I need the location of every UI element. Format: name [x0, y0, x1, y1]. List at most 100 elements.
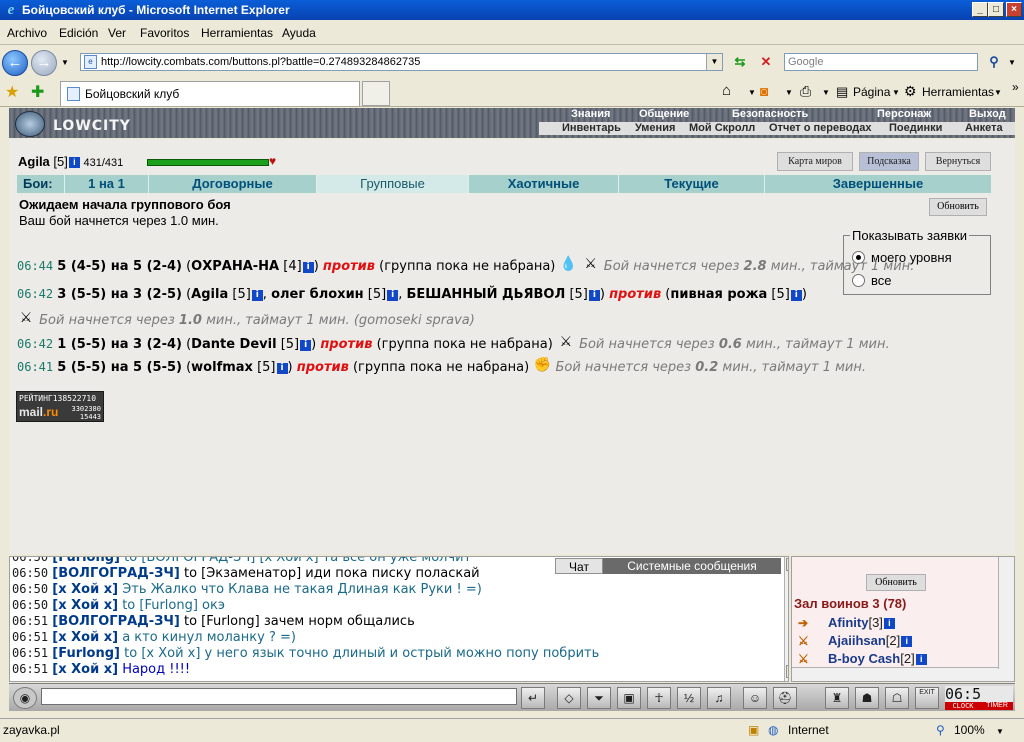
refresh-button[interactable]: Обновить: [929, 198, 987, 216]
page-menu[interactable]: Página: [853, 85, 890, 99]
info-icon[interactable]: i: [251, 290, 263, 301]
radio-all[interactable]: [852, 274, 865, 287]
tab-haotichnye[interactable]: Хаотичные: [469, 175, 619, 193]
page-dropdown-icon[interactable]: ▼: [892, 88, 900, 97]
bag-icon[interactable]: ♜: [825, 687, 849, 709]
fighter-icon[interactable]: ☥: [647, 687, 671, 709]
hint-button[interactable]: Подсказка: [859, 152, 919, 171]
tab-tekushchie[interactable]: Текущие: [619, 175, 765, 193]
filter-icon[interactable]: ⏷: [587, 687, 611, 709]
chat-nick[interactable]: [Furlong]: [52, 646, 120, 661]
info-icon[interactable]: i: [883, 618, 895, 629]
maximize-button[interactable]: □: [988, 2, 1004, 17]
chat-input[interactable]: [41, 688, 517, 705]
add-favorite-icon[interactable]: ✚: [31, 82, 44, 102]
fraction-icon[interactable]: ½: [677, 687, 701, 709]
menu-ver[interactable]: Ver: [108, 26, 126, 40]
user-item[interactable]: ⚔ Ajaiihsan[2] i: [798, 633, 913, 648]
feeds-dropdown-icon[interactable]: ▼: [785, 88, 793, 97]
close-window-button[interactable]: ×: [1006, 2, 1022, 17]
battle-player[interactable]: ОХРАНА-НА: [191, 259, 279, 274]
eraser-icon[interactable]: ◇: [557, 687, 581, 709]
player-name[interactable]: Agila: [18, 154, 50, 169]
info-icon[interactable]: i: [901, 636, 913, 647]
menu-archivo[interactable]: Archivo: [7, 26, 47, 40]
battle-player[interactable]: пивная рожа: [670, 287, 767, 302]
users-refresh-button[interactable]: Обновить: [866, 574, 926, 591]
sound-icon[interactable]: ♫: [707, 687, 731, 709]
users-vscrollbar[interactable]: [998, 557, 1014, 669]
tab-system-messages[interactable]: Системные сообщения: [603, 558, 781, 574]
nav-poedinki[interactable]: Поединки: [889, 122, 942, 134]
home-dropdown-icon[interactable]: ▼: [748, 88, 756, 97]
scroll-up-icon[interactable]: ▲: [786, 558, 788, 571]
info-icon[interactable]: i: [915, 654, 927, 665]
chat-nick[interactable]: [ВОЛГОГРАД-ЗЧ]: [52, 566, 180, 581]
world-map-button[interactable]: Карта миров: [777, 152, 853, 171]
info-icon[interactable]: i: [790, 290, 802, 301]
info-icon[interactable]: i: [68, 157, 80, 168]
battle-player[interactable]: Agila: [191, 287, 228, 302]
chat-nick[interactable]: [х Хой х]: [52, 582, 118, 597]
zoom-dropdown-icon[interactable]: ▼: [996, 727, 1004, 736]
nav-bezopasnost[interactable]: Безопасность: [732, 108, 808, 120]
chat-nick[interactable]: [х Хой х]: [52, 662, 118, 677]
nav-vyhod[interactable]: Выход: [969, 108, 1006, 120]
menu-edicion[interactable]: Edición: [59, 26, 98, 40]
chat-nick[interactable]: [х Хой х]: [52, 630, 118, 645]
chat-mode-icon[interactable]: ◉: [13, 687, 37, 709]
address-input[interactable]: e http://lowcity.combats.com/buttons.pl?…: [80, 53, 723, 71]
tools-menu[interactable]: Herramientas: [922, 85, 994, 99]
tab-dogovornye[interactable]: Договорные: [149, 175, 317, 193]
chat-nick[interactable]: [х Хой х]: [52, 598, 118, 613]
tab-zavershennye[interactable]: Завершенные: [765, 175, 991, 193]
smiley-icon[interactable]: ☺: [743, 687, 767, 709]
users-hscrollbar[interactable]: [792, 667, 1014, 681]
search-options-icon[interactable]: ▼: [1008, 58, 1016, 67]
toolbar-overflow-icon[interactable]: »: [1012, 80, 1019, 94]
mailru-counter[interactable]: РЕЙТИНГ138522710 mail.ru 3302380 15443: [16, 391, 104, 422]
user-item[interactable]: ➔ Afinity[3] i: [798, 615, 895, 630]
new-tab-button[interactable]: [362, 81, 390, 106]
menu-herramientas[interactable]: Herramientas: [201, 26, 273, 40]
info-icon[interactable]: i: [588, 290, 600, 301]
tab-chat[interactable]: Чат: [555, 558, 603, 574]
info-icon[interactable]: i: [387, 290, 399, 301]
nav-otchet[interactable]: Отчет о переводах: [769, 122, 872, 134]
nav-umeniya[interactable]: Умения: [635, 122, 675, 134]
menu-favoritos[interactable]: Favoritos: [140, 26, 189, 40]
nav-znaniya[interactable]: Знания: [571, 108, 610, 120]
nav-obshchenie[interactable]: Общение: [639, 108, 689, 120]
home-icon[interactable]: ⌂: [722, 82, 731, 99]
minimize-button[interactable]: _: [972, 2, 988, 17]
chat-scrollbar[interactable]: ▲ ▼: [784, 557, 788, 681]
menu-ayuda[interactable]: Ayuda: [282, 26, 316, 40]
battle-player[interactable]: Dante Devil: [191, 337, 276, 352]
history-dropdown-icon[interactable]: ▼: [61, 58, 69, 67]
info-icon[interactable]: i: [300, 340, 312, 351]
helmet-icon[interactable]: ⛑: [773, 687, 797, 709]
search-input[interactable]: Google: [784, 53, 978, 71]
stop-icon[interactable]: ✕: [756, 53, 776, 71]
refresh-icon[interactable]: ⇆: [730, 53, 750, 71]
info-icon[interactable]: i: [276, 363, 288, 374]
search-icon[interactable]: ⚲: [984, 53, 1004, 71]
address-dropdown-icon[interactable]: ▼: [706, 54, 722, 70]
nav-anketa[interactable]: Анкета: [965, 122, 1003, 134]
tools-dropdown-icon[interactable]: ▼: [994, 88, 1002, 97]
send-icon[interactable]: ↵: [521, 687, 545, 709]
group-icon[interactable]: ☗: [855, 687, 879, 709]
print-dropdown-icon[interactable]: ▼: [822, 88, 830, 97]
battle-player[interactable]: олег блохин: [271, 287, 364, 302]
battle-player[interactable]: БЕШАННЫЙ ДЬЯВОЛ: [406, 287, 565, 302]
exit-button[interactable]: EXIT: [915, 687, 939, 709]
save-icon[interactable]: ▣: [617, 687, 641, 709]
nav-moy-skroll[interactable]: Мой Скролл: [689, 122, 755, 134]
tab-1na1[interactable]: 1 на 1: [65, 175, 149, 193]
chat-nick[interactable]: [ВОЛГОГРАД-ЗЧ]: [52, 614, 180, 629]
battle-player[interactable]: wolfmax: [191, 360, 253, 375]
timer-display[interactable]: TIMER: [981, 686, 1013, 710]
info-icon[interactable]: i: [302, 262, 314, 273]
scroll-down-icon[interactable]: ▼: [786, 665, 788, 678]
filter-option-all[interactable]: все: [852, 273, 892, 288]
